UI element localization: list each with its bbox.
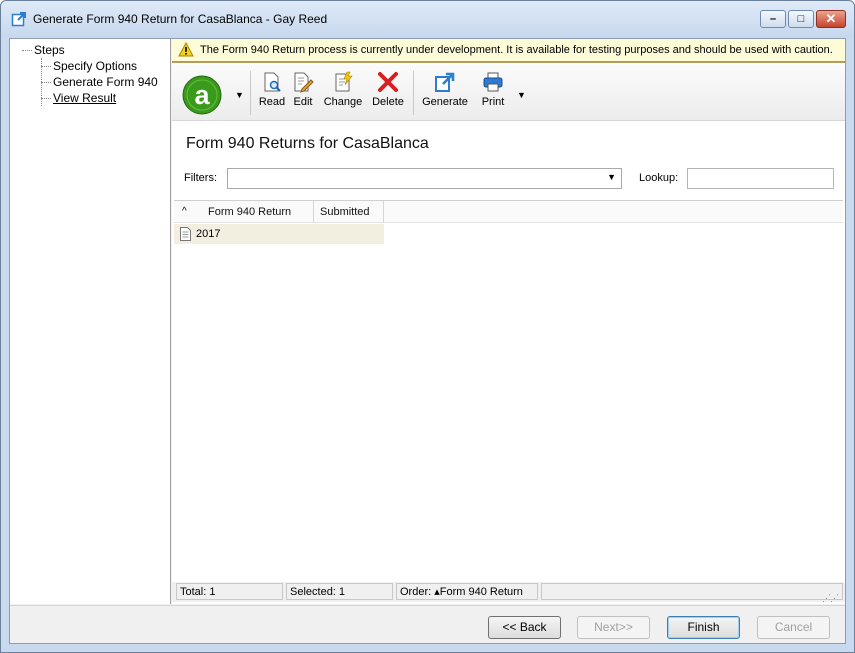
minimize-icon: – [769, 13, 777, 25]
table-row[interactable]: 2017 [174, 224, 384, 244]
filters-label: Filters: [184, 172, 217, 184]
logo-letter: a [194, 80, 210, 110]
delete-icon [378, 72, 398, 92]
generate-icon [435, 72, 455, 92]
page-title: Form 940 Returns for CasaBlanca [186, 135, 429, 152]
window-client: Steps Specify Options Generate Form 940 … [9, 38, 846, 644]
step-specify-options[interactable]: Specify Options [40, 58, 158, 74]
app-logo-button[interactable]: a [182, 75, 222, 115]
status-empty: ⋰⋰ [541, 583, 843, 603]
sort-ascending-icon[interactable]: ^ [182, 201, 187, 223]
status-total: Total: 1 [176, 583, 283, 600]
read-button[interactable]: Read [257, 71, 287, 115]
window-controls: – □ ✕ [760, 10, 846, 28]
status-bar: Total: 1 Selected: 1 Order: ▴Form 940 Re… [172, 582, 845, 603]
lookup-input[interactable] [687, 168, 834, 189]
maximize-button[interactable]: □ [788, 10, 814, 28]
cell-form-940-return: 2017 [196, 228, 221, 240]
close-button[interactable]: ✕ [816, 10, 846, 28]
toolbar-separator [413, 71, 414, 115]
step-generate-form-940[interactable]: Generate Form 940 [40, 74, 158, 90]
toolbar: a ▼ Read Edit Change Delete Generate Pri… [172, 65, 845, 121]
column-header-form-940-return[interactable]: Form 940 Return [202, 201, 314, 223]
toolbar-separator [250, 71, 251, 115]
minimize-button[interactable]: – [760, 10, 786, 28]
print-label: Print [481, 96, 505, 108]
steps-pane: Steps Specify Options Generate Form 940 … [10, 39, 171, 604]
wizard-window: Generate Form 940 Return for CasaBlanca … [0, 0, 855, 653]
steps-children: Specify Options Generate Form 940 View R… [40, 58, 158, 106]
back-button[interactable]: << Back [488, 616, 561, 639]
next-button[interactable]: Next>> [577, 616, 650, 639]
maximize-icon: □ [797, 13, 805, 25]
warning-icon [178, 42, 194, 57]
edit-icon [294, 72, 314, 93]
window-title: Generate Form 940 Return for CasaBlanca … [33, 12, 328, 26]
read-icon [264, 72, 281, 92]
chevron-down-icon[interactable]: ▼ [607, 172, 616, 182]
resize-grip-icon[interactable]: ⋰⋰ [822, 590, 839, 606]
delete-button[interactable]: Delete [370, 71, 406, 115]
generate-button[interactable]: Generate [420, 71, 470, 115]
read-label: Read [258, 96, 286, 108]
result-pane: The Form 940 Return process is currently… [172, 39, 845, 604]
chevron-down-icon[interactable]: ▼ [235, 90, 244, 100]
edit-label: Edit [293, 96, 313, 108]
print-icon [483, 72, 503, 92]
results-grid: ^ Form 940 Return Submitted 2017 [174, 200, 843, 582]
status-order: Order: ▴Form 940 Return [396, 583, 538, 600]
warning-text: The Form 940 Return process is currently… [200, 44, 833, 56]
chevron-down-icon[interactable]: ▼ [517, 90, 526, 100]
document-icon [180, 227, 191, 241]
delete-label: Delete [372, 96, 404, 108]
cancel-button[interactable]: Cancel [757, 616, 830, 639]
wizard-footer: << Back Next>> Finish Cancel [10, 605, 845, 643]
close-icon: ✕ [825, 11, 837, 26]
warning-banner: The Form 940 Return process is currently… [172, 39, 845, 63]
filters-dropdown[interactable]: ▼ [227, 168, 622, 189]
open-external-icon [11, 12, 26, 27]
title-bar[interactable]: Generate Form 940 Return for CasaBlanca … [1, 1, 854, 37]
print-button[interactable]: Print [478, 71, 508, 115]
step-view-result[interactable]: View Result [40, 90, 158, 106]
change-button[interactable]: Change [322, 71, 364, 115]
finish-button[interactable]: Finish [667, 616, 740, 639]
steps-tree: Steps Specify Options Generate Form 940 … [20, 42, 158, 106]
change-icon [335, 71, 353, 92]
edit-button[interactable]: Edit [289, 71, 317, 115]
lookup-label: Lookup: [639, 172, 679, 184]
generate-label: Generate [422, 96, 468, 108]
column-header-submitted[interactable]: Submitted [314, 201, 384, 223]
grid-header: ^ Form 940 Return Submitted [174, 201, 843, 223]
status-selected: Selected: 1 [286, 583, 393, 600]
change-label: Change [323, 96, 363, 108]
steps-root[interactable]: Steps [20, 42, 158, 58]
